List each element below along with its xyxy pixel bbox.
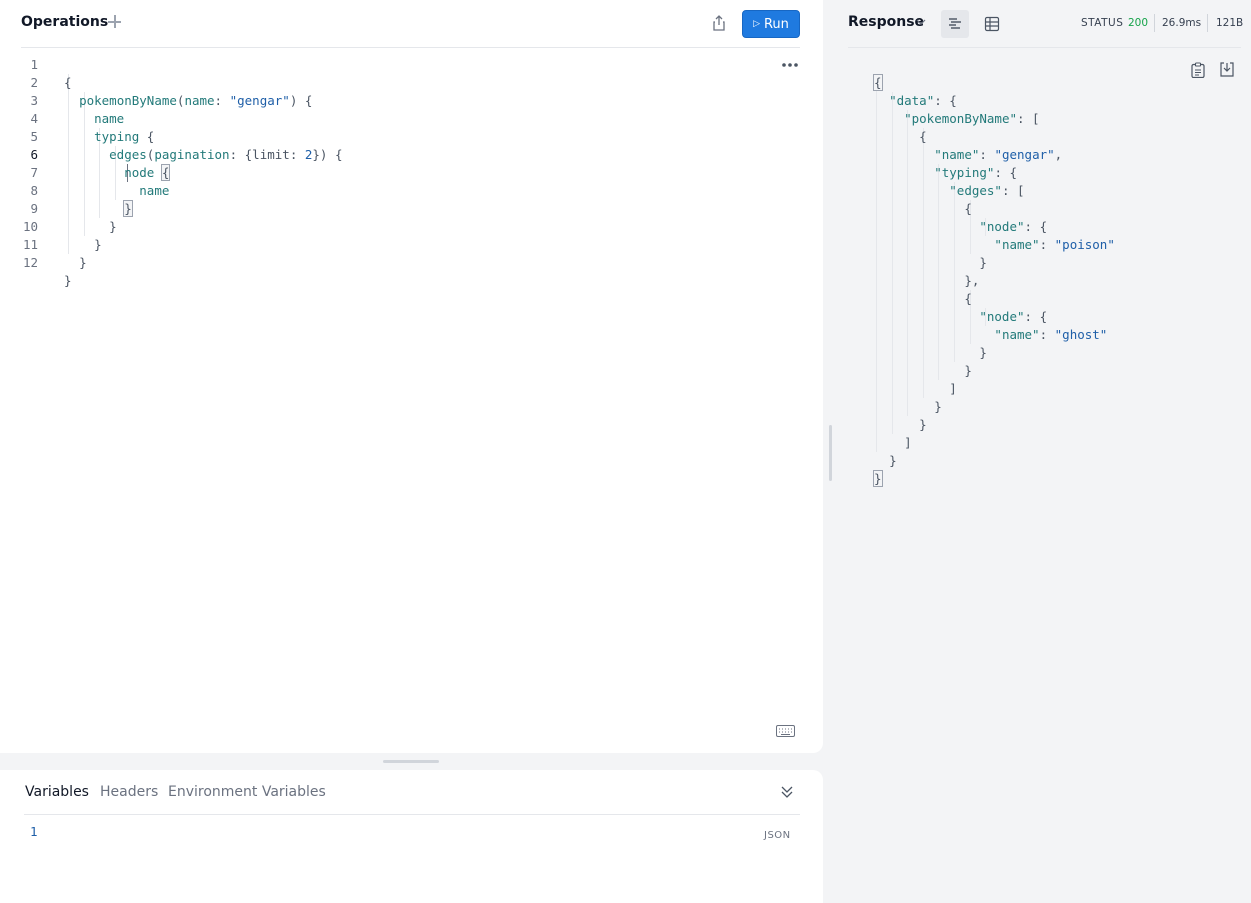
json-line: "name": "poison" [994,237,1115,252]
tab-environment-variables[interactable]: Environment Variables [168,784,326,800]
divider [1207,14,1208,32]
json-line: ] [904,435,912,450]
json-line: { [964,291,972,306]
line-number: 9 [30,201,38,216]
json-line: } [964,363,972,378]
response-title[interactable]: Response [848,14,924,30]
run-button[interactable]: ▷ Run [742,10,800,38]
line-number-active: 6 [30,147,38,162]
code-line: pokemonByName(name: "gengar") { [79,93,313,108]
json-line: } [979,345,987,360]
line-number: 3 [30,93,38,108]
json-line: }, [964,273,980,288]
json-line: { [919,129,927,144]
line-number: 11 [22,237,38,252]
code-line: } [109,219,117,234]
clipboard-icon[interactable] [1191,62,1205,78]
json-line: "typing": { [934,165,1018,180]
tab-headers[interactable]: Headers [100,784,158,800]
status-code: 200 [1128,17,1149,29]
json-line: "pokemonByName": [ [904,111,1040,126]
divider [1154,14,1155,32]
status-label: STATUS [1081,17,1124,29]
json-line: { [964,201,972,216]
line-number: 1 [30,57,38,72]
line-number: 5 [30,129,38,144]
code-line: { [64,75,72,90]
code-line: name [139,183,170,198]
json-line: "data": { [889,93,957,108]
code-line: node { [124,164,171,181]
code-line: } [79,255,87,270]
json-line: } [873,470,883,487]
line-number: 8 [30,183,38,198]
keyboard-icon[interactable] [776,725,795,737]
response-viewer[interactable]: { "data": { "pokemonByName": [ { "name":… [873,56,1115,506]
json-line: "node": { [979,219,1048,234]
table-view-icon[interactable] [978,10,1006,38]
response-size: 121B [1216,17,1244,29]
json-view-icon[interactable] [941,10,969,38]
line-number-gutter: 1 2 3 4 5 6 7 8 9 10 11 12 [14,56,38,272]
json-line: } [919,417,927,432]
variables-panel: Variables Headers Environment Variables [0,770,823,903]
operations-header: Operations ▷ Run [21,0,800,48]
variables-line-number: 1 [30,824,38,839]
json-line: } [979,255,987,270]
add-operation-icon[interactable] [107,13,123,29]
json-line: } [934,399,942,414]
operations-title: Operations [21,14,109,30]
horizontal-resize-handle[interactable] [383,760,439,763]
download-icon[interactable] [1219,61,1235,77]
query-editor[interactable]: { pokemonByName(name: "gengar") { name t… [64,56,343,326]
line-number: 7 [30,165,38,180]
more-options-icon[interactable] [780,58,800,72]
json-line: } [889,453,897,468]
share-icon[interactable] [710,14,728,32]
response-time: 26.9ms [1162,17,1202,29]
json-line: "edges": [ [949,183,1025,198]
code-line: typing { [94,129,155,144]
variables-tabs: Variables Headers Environment Variables [24,770,800,815]
json-line: ] [949,381,957,396]
code-line: } [94,237,102,252]
line-number: 4 [30,111,38,126]
json-line: "name": "ghost" [994,327,1108,342]
format-label[interactable]: JSON [764,830,791,841]
play-icon: ▷ [753,19,760,29]
line-number: 2 [30,75,38,90]
operations-panel: Operations ▷ Run 1 2 3 4 5 6 7 8 9 10 11… [0,0,823,753]
chevron-down-icon[interactable] [916,18,926,26]
code-line: name [94,111,125,126]
vertical-resize-handle[interactable] [829,425,832,481]
json-line: "node": { [979,309,1048,324]
line-number: 12 [22,255,38,270]
code-line: } [64,273,72,288]
code-line: } [123,200,133,217]
response-header: Response STATUS 200 26.9ms 121B [848,0,1244,48]
json-line: "name": "gengar", [934,147,1063,162]
code-line: edges(pagination: {limit: 2}) { [109,147,343,162]
json-line: { [873,74,883,91]
tab-variables[interactable]: Variables [25,784,89,800]
collapse-icon[interactable] [780,784,794,800]
line-number: 10 [22,219,38,234]
run-label: Run [763,16,789,32]
